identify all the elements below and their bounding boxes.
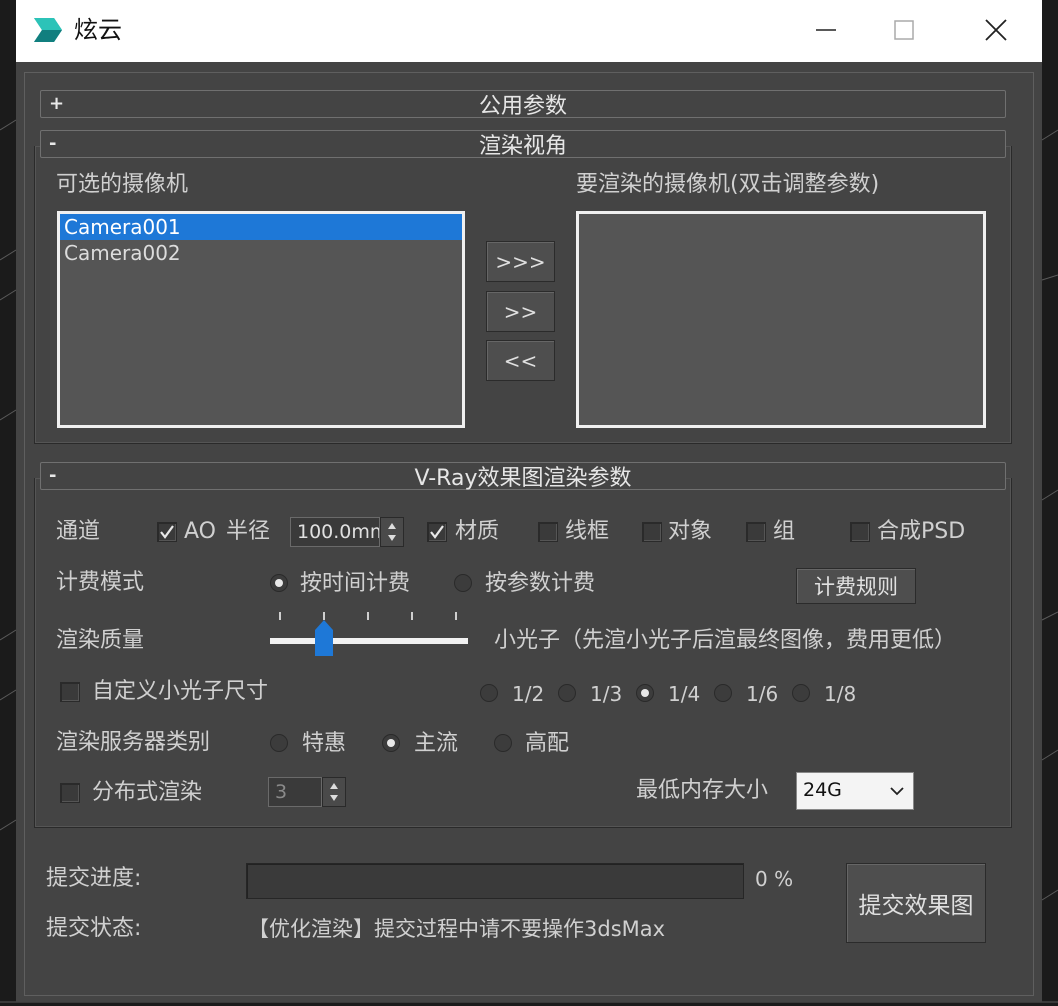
ao-label: AO [184, 519, 216, 544]
render-cameras-list[interactable] [576, 211, 986, 428]
server-radio-high[interactable] [494, 734, 512, 752]
collapse-sign: - [49, 133, 57, 154]
rollout-vray[interactable]: - V-Ray效果图渲染参数 [40, 462, 1006, 491]
photon-radio-1-2[interactable] [480, 684, 498, 702]
maximize-icon [894, 20, 914, 40]
chevron-down-icon [890, 787, 904, 796]
quality-label: 渲染质量 [56, 628, 145, 653]
photon-radio-1-6[interactable] [714, 684, 732, 702]
radius-input[interactable]: 100.0mm [290, 517, 380, 547]
min-memory-value: 24G [803, 779, 842, 801]
distributed-count-spinner[interactable] [322, 777, 346, 807]
spinner-arrows-icon [330, 783, 338, 801]
distributed-checkbox[interactable] [60, 783, 80, 803]
check-icon [160, 525, 174, 539]
submit-progress-percent: 0 % [755, 867, 794, 891]
submit-status-text: 【优化渲染】提交过程中请不要操作3dsMax [248, 917, 666, 941]
object-label: 对象 [668, 519, 713, 544]
group-checkbox[interactable] [746, 522, 766, 542]
billing-rules-button[interactable]: 计费规则 [796, 568, 916, 604]
rollout-title-vray: V-Ray效果图渲染参数 [414, 466, 632, 491]
check-icon [430, 525, 444, 539]
photon-radio-1-3[interactable] [558, 684, 576, 702]
photon-option-label: 1/2 [512, 682, 545, 706]
wireframe-checkbox[interactable] [538, 522, 558, 542]
distributed-count-input[interactable]: 3 [268, 777, 322, 807]
submit-progress-label: 提交进度: [46, 866, 142, 891]
add-all-button[interactable]: >>> [486, 241, 555, 282]
radius-spinner[interactable] [380, 517, 404, 547]
server-option-label: 主流 [414, 731, 459, 756]
billing-label: 计费模式 [56, 570, 145, 595]
billing-by-time-radio[interactable] [270, 574, 288, 592]
minimize-button[interactable] [796, 10, 856, 50]
rollout-common[interactable]: + 公用参数 [40, 90, 1006, 119]
server-option-label: 高配 [525, 731, 570, 756]
expand-sign: + [49, 93, 65, 114]
min-memory-label: 最低内存大小 [636, 778, 769, 803]
material-checkbox[interactable] [427, 522, 447, 542]
radius-label: 半径 [226, 519, 271, 544]
maximize-button[interactable] [874, 10, 934, 50]
render-cameras-label: 要渲染的摄像机(双击调整参数) [576, 172, 880, 197]
server-radio-budget[interactable] [270, 734, 288, 752]
server-option-label: 特惠 [302, 731, 347, 756]
billing-by-param-label: 按参数计费 [485, 571, 596, 596]
photon-radio-1-8[interactable] [792, 684, 810, 702]
app-logo-icon [34, 18, 62, 42]
billing-by-param-radio[interactable] [454, 574, 472, 592]
server-type-label: 渲染服务器类别 [56, 730, 211, 755]
distributed-label: 分布式渲染 [92, 780, 203, 805]
close-icon [985, 19, 1007, 41]
photon-radio-1-4[interactable] [636, 684, 654, 702]
close-button[interactable] [966, 10, 1026, 50]
window-title: 炫云 [74, 16, 122, 44]
custom-photon-label: 自定义小光子尺寸 [92, 679, 269, 704]
billing-by-time-label: 按时间计费 [300, 571, 411, 596]
photon-option-label: 1/3 [590, 682, 623, 706]
server-radio-mainstream[interactable] [382, 734, 400, 752]
channel-label: 通道 [56, 519, 101, 544]
spinner-arrows-icon [388, 523, 396, 541]
title-bar[interactable]: 炫云 [16, 0, 1042, 62]
submit-status-label: 提交状态: [46, 916, 142, 941]
custom-photon-checkbox[interactable] [60, 682, 80, 702]
quality-slider[interactable] [266, 606, 474, 662]
rollout-title-common: 公用参数 [478, 94, 567, 119]
list-item[interactable]: Camera002 [60, 240, 462, 266]
photon-option-label: 1/4 [668, 682, 701, 706]
slider-thumb[interactable] [315, 620, 333, 656]
rollout-view[interactable]: - 渲染视角 [40, 130, 1006, 159]
object-checkbox[interactable] [642, 522, 662, 542]
available-cameras-label: 可选的摄像机 [56, 172, 189, 197]
submit-render-button[interactable]: 提交效果图 [846, 863, 986, 943]
wireframe-label: 线框 [565, 519, 610, 544]
material-label: 材质 [455, 519, 500, 544]
psd-checkbox[interactable] [850, 522, 870, 542]
photon-option-label: 1/8 [824, 682, 857, 706]
minimize-icon [816, 29, 836, 31]
rollout-title-view: 渲染视角 [478, 134, 567, 159]
submit-progress-bar [246, 863, 744, 899]
quality-description: 小光子（先渲小光子后渲最终图像，费用更低） [494, 628, 957, 653]
photon-option-label: 1/6 [746, 682, 779, 706]
available-cameras-list[interactable]: Camera001 Camera002 [57, 211, 465, 428]
remove-button[interactable]: << [486, 340, 555, 381]
collapse-sign: - [49, 465, 57, 486]
add-button[interactable]: >> [486, 291, 555, 332]
psd-label: 合成PSD [877, 519, 966, 544]
ao-checkbox[interactable] [157, 522, 177, 542]
group-label: 组 [773, 519, 796, 544]
min-memory-select[interactable]: 24G [796, 772, 914, 810]
list-item[interactable]: Camera001 [60, 214, 462, 240]
